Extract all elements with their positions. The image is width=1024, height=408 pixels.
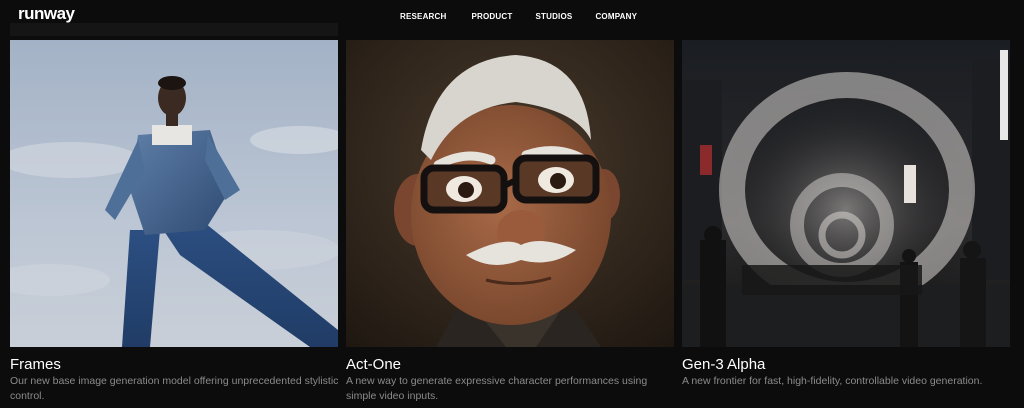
page: runway RESEARCH PRODUCT STUDIOS COMPANY <box>0 0 1024 408</box>
nav-product[interactable]: PRODUCT <box>472 12 513 21</box>
header-strip <box>10 23 338 36</box>
card-description: A new frontier for fast, high-fidelity, … <box>682 375 983 387</box>
card-title[interactable]: Frames <box>10 355 338 374</box>
act-one-illustration <box>346 40 674 347</box>
act-one-image[interactable] <box>346 40 674 347</box>
nav-research[interactable]: RESEARCH <box>400 12 447 21</box>
card-frames[interactable]: Frames Our new base image generation mod… <box>10 40 338 404</box>
nav-studios[interactable]: STUDIOS <box>535 12 572 21</box>
nav-company[interactable]: COMPANY <box>595 12 637 21</box>
card-act-one[interactable]: Act-One A new way to generate expressive… <box>346 40 674 404</box>
frames-image[interactable] <box>10 40 338 347</box>
runway-logo[interactable]: runway <box>18 4 75 24</box>
gen-3-alpha-image[interactable] <box>682 40 1010 347</box>
frames-illustration <box>10 40 338 347</box>
card-title[interactable]: Gen-3 Alpha <box>682 355 1010 374</box>
site-header: runway RESEARCH PRODUCT STUDIOS COMPANY <box>0 0 1024 36</box>
card-description: A new way to generate expressive charact… <box>346 375 648 402</box>
card-description: Our new base image generation model offe… <box>10 375 339 402</box>
gen-3-alpha-illustration <box>682 40 1010 347</box>
card-gen-3-alpha[interactable]: Gen-3 Alpha A new frontier for fast, hig… <box>682 40 1010 389</box>
main-nav: RESEARCH PRODUCT STUDIOS COMPANY <box>400 12 637 21</box>
card-title[interactable]: Act-One <box>346 355 674 374</box>
